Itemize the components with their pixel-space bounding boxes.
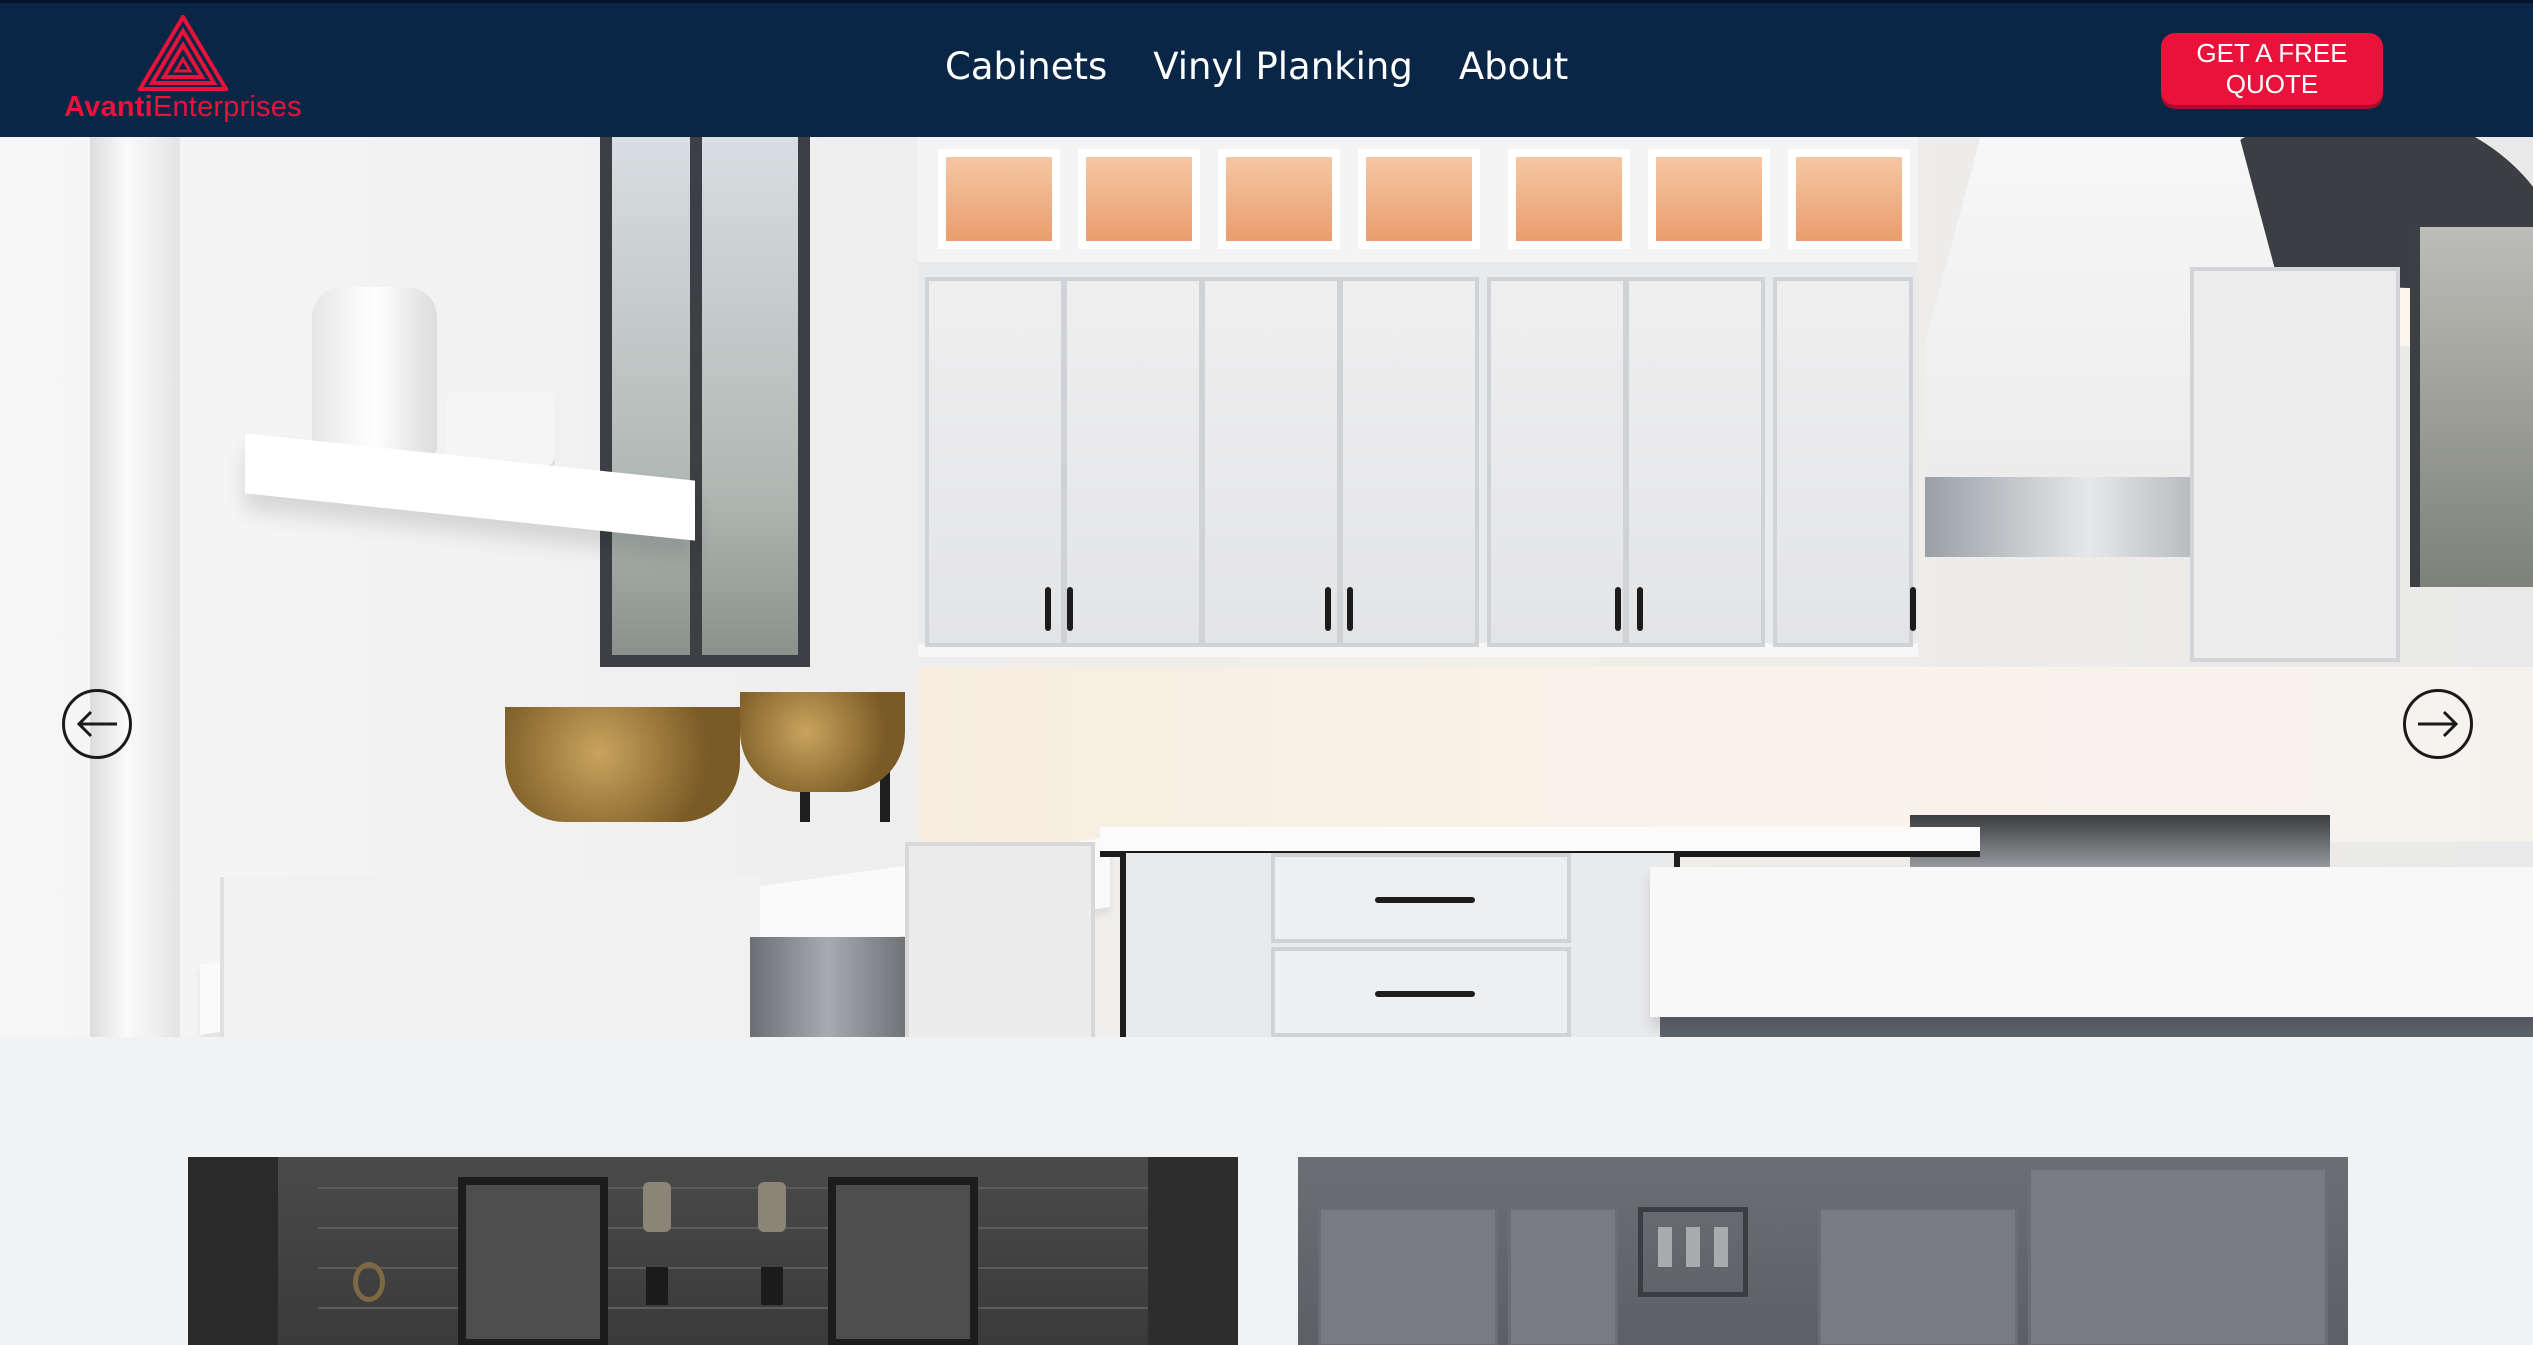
nav-link-cabinets[interactable]: Cabinets (945, 45, 1107, 88)
nav-link-vinyl-planking[interactable]: Vinyl Planking (1153, 45, 1413, 88)
brand-wordmark: AvantiEnterprises (58, 91, 308, 124)
arrow-left-icon (76, 710, 117, 738)
brand-logo[interactable]: AvantiEnterprises (58, 15, 308, 127)
category-card-kitchen[interactable] (1298, 1157, 2348, 1345)
drawer-stack (1120, 853, 1680, 1037)
towel-ring (353, 1262, 385, 1302)
brand-name-regular: Enterprises (152, 91, 302, 123)
bath-mirror (458, 1177, 608, 1345)
category-cards-section (0, 1037, 2533, 1345)
carousel-prev-button[interactable] (62, 689, 132, 759)
category-card-bathroom[interactable] (188, 1157, 1238, 1345)
kitchen-window (600, 137, 810, 667)
site-header: AvantiEnterprises Cabinets Vinyl Plankin… (0, 0, 2533, 137)
logo-triangle-icon (138, 15, 228, 91)
carousel-next-button[interactable] (2403, 689, 2473, 759)
main-nav: Cabinets Vinyl Planking About (945, 45, 1568, 88)
kitchen-island (1650, 867, 2533, 1017)
free-quote-button[interactable]: GET A FREE QUOTE (2161, 33, 2383, 105)
brand-name-bold: Avanti (64, 91, 153, 123)
arrow-right-icon (2418, 710, 2459, 738)
nav-link-about[interactable]: About (1459, 45, 1568, 88)
hero-carousel (0, 137, 2533, 1037)
glass-cabinets (918, 137, 1918, 262)
